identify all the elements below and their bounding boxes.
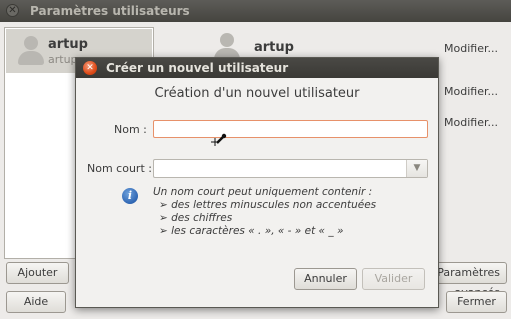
help-button[interactable]: Aide (6, 291, 66, 313)
name-label: Nom : (114, 123, 147, 136)
short-name-label: Nom court : (87, 162, 152, 175)
pen-cursor-icon (211, 133, 227, 146)
info-icon: i (122, 188, 138, 204)
info-item: ➢ les caractères « . », « - » et « _ » (159, 225, 344, 237)
info-item: ➢ des lettres minuscules non accentuées (159, 199, 377, 211)
dialog-heading: Création d'un nouvel utilisateur (154, 86, 360, 101)
short-name-combobox[interactable]: ▼ (153, 159, 428, 178)
short-name-info: Un nom court peut uniquement contenir : … (153, 186, 376, 238)
validate-button[interactable]: Valider (362, 268, 425, 290)
user-list-item-subtitle: artup (48, 53, 78, 66)
close-button[interactable]: Fermer (446, 291, 507, 313)
dialog-title: Créer un nouvel utilisateur (106, 61, 289, 75)
dialog-close-icon[interactable]: ✕ (83, 61, 97, 75)
add-user-button[interactable]: Ajouter (6, 262, 69, 284)
cancel-button[interactable]: Annuler (294, 268, 357, 290)
dialog-titlebar: ✕ Créer un nouvel utilisateur (76, 58, 438, 78)
chevron-down-icon[interactable]: ▼ (406, 160, 427, 177)
info-intro: Un nom court peut uniquement contenir : (153, 186, 373, 198)
main-window-titlebar: ✕ Paramètres utilisateurs (0, 0, 511, 22)
window-close-icon[interactable]: ✕ (6, 4, 19, 17)
modify-link[interactable]: Modifier... (444, 116, 498, 129)
modify-link[interactable]: Modifier... (444, 42, 498, 55)
user-list-item-name: artup (48, 37, 88, 52)
modify-link[interactable]: Modifier... (444, 85, 498, 98)
new-user-dialog: ✕ Créer un nouvel utilisateur Création d… (75, 57, 439, 308)
user-avatar-icon (16, 34, 46, 68)
window-title: Paramètres utilisateurs (30, 4, 190, 18)
name-input[interactable] (153, 120, 428, 138)
user-detail-name: artup (254, 40, 294, 55)
info-item: ➢ des chiffres (159, 212, 233, 224)
